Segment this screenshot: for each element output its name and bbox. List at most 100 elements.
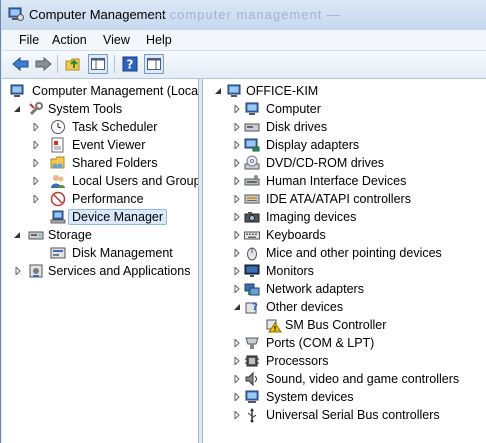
tree-label: Computer Management (Local — [32, 84, 199, 98]
tree-item-event-viewer[interactable]: Event Viewer — [8, 136, 198, 154]
processor-icon — [245, 355, 259, 367]
shared-folder-icon — [50, 156, 65, 169]
tree-label: Storage — [48, 228, 92, 242]
tree-label: Shared Folders — [72, 156, 158, 170]
device-category-sound-video-game[interactable]: Sound, video and game controllers — [211, 370, 486, 388]
collapsed-arrow-icon[interactable] — [233, 105, 241, 113]
forward-button[interactable] — [33, 54, 53, 74]
tree-item-storage[interactable]: Storage — [8, 226, 198, 244]
collapsed-arrow-icon[interactable] — [233, 159, 241, 167]
tree-label: Human Interface Devices — [266, 174, 407, 188]
device-category-dvd-cd-rom-drives[interactable]: DVD/CD-ROM drives — [211, 154, 486, 172]
device-category-ide-ata-atapi-controllers[interactable]: IDE ATA/ATAPI controllers — [211, 190, 486, 208]
computer-management-app-icon — [8, 7, 24, 21]
storage-icon — [28, 231, 44, 240]
tree-label: DVD/CD-ROM drives — [266, 156, 385, 170]
tree-item-performance[interactable]: Performance — [8, 190, 198, 208]
collapsed-arrow-icon[interactable] — [233, 141, 241, 149]
collapsed-arrow-icon[interactable] — [32, 123, 40, 131]
toolbar: ? — [2, 51, 486, 79]
tree-label: Imaging devices — [266, 210, 357, 224]
port-icon — [245, 337, 259, 349]
device-category-monitors[interactable]: Monitors — [211, 262, 486, 280]
tree-label: Sound, video and game controllers — [266, 372, 460, 386]
ide-controller-icon — [244, 194, 260, 204]
menu-file[interactable]: File — [19, 33, 39, 47]
computer-management-icon — [10, 84, 24, 97]
device-root-office-kim[interactable]: OFFICE-KIM — [211, 82, 486, 100]
collapsed-arrow-icon[interactable] — [233, 249, 241, 257]
device-category-human-interface-devices[interactable]: Human Interface Devices — [211, 172, 486, 190]
menu-action[interactable]: Action — [52, 33, 87, 47]
tree-item-computer-management[interactable]: Computer Management (Local — [8, 82, 198, 100]
tree-label: System Tools — [48, 102, 123, 116]
device-sm-bus-controller[interactable]: SM Bus Controller — [211, 316, 486, 334]
collapsed-arrow-icon[interactable] — [233, 339, 241, 347]
console-tree-pane: Computer Management (Local System Tools … — [2, 79, 199, 443]
collapsed-arrow-icon[interactable] — [32, 177, 40, 185]
device-category-imaging-devices[interactable]: Imaging devices — [211, 208, 486, 226]
device-category-display-adapters[interactable]: Display adapters — [211, 136, 486, 154]
hid-icon — [244, 175, 260, 186]
expanded-arrow-icon[interactable] — [13, 105, 21, 113]
tree-item-shared-folders[interactable]: Shared Folders — [8, 154, 198, 172]
tree-item-task-scheduler[interactable]: Task Scheduler — [8, 118, 198, 136]
title-bar[interactable]: Computer Management — computer managemen… — [1, 0, 486, 30]
show-hide-console-tree-button[interactable] — [88, 54, 108, 74]
collapsed-arrow-icon[interactable] — [32, 141, 40, 149]
help-button[interactable]: ? — [120, 54, 140, 74]
window-title-reflection: — computer management — — [151, 7, 341, 22]
tree-item-system-tools[interactable]: System Tools — [8, 100, 198, 118]
window-title: Computer Management — [29, 7, 166, 22]
collapsed-arrow-icon[interactable] — [233, 357, 241, 365]
expanded-arrow-icon[interactable] — [233, 303, 241, 311]
show-hide-action-pane-button[interactable] — [144, 54, 164, 74]
device-category-computer[interactable]: Computer — [211, 100, 486, 118]
device-category-processors[interactable]: Processors — [211, 352, 486, 370]
device-category-ports[interactable]: Ports (COM & LPT) — [211, 334, 486, 352]
tree-item-disk-management[interactable]: Disk Management — [8, 244, 198, 262]
tree-item-device-manager[interactable]: Device Manager — [8, 208, 198, 226]
up-folder-icon — [65, 58, 80, 71]
tree-label: Disk Management — [72, 246, 173, 260]
device-category-mice[interactable]: Mice and other pointing devices — [211, 244, 486, 262]
expanded-arrow-icon[interactable] — [214, 87, 222, 95]
tree-label: OFFICE-KIM — [246, 84, 319, 98]
collapsed-arrow-icon[interactable] — [233, 231, 241, 239]
tree-item-services-and-applications[interactable]: Services and Applications — [8, 262, 198, 280]
collapsed-arrow-icon[interactable] — [233, 123, 241, 131]
tree-label: Universal Serial Bus controllers — [266, 408, 440, 422]
menu-view[interactable]: View — [103, 33, 130, 47]
collapsed-arrow-icon[interactable] — [32, 159, 40, 167]
device-category-network-adapters[interactable]: Network adapters — [211, 280, 486, 298]
system-device-icon — [245, 390, 259, 403]
tree-label: Event Viewer — [72, 138, 146, 152]
device-category-keyboards[interactable]: Keyboards — [211, 226, 486, 244]
collapsed-arrow-icon[interactable] — [233, 195, 241, 203]
display-adapter-icon — [244, 138, 260, 152]
collapsed-arrow-icon[interactable] — [14, 267, 22, 275]
tree-label: Network adapters — [266, 282, 364, 296]
device-category-system-devices[interactable]: System devices — [211, 388, 486, 406]
collapsed-arrow-icon[interactable] — [233, 177, 241, 185]
tree-label: Computer — [266, 102, 321, 116]
device-category-disk-drives[interactable]: Disk drives — [211, 118, 486, 136]
device-category-usb-controllers[interactable]: Universal Serial Bus controllers — [211, 406, 486, 424]
menu-help[interactable]: Help — [146, 33, 172, 47]
svg-text:?: ? — [127, 58, 134, 72]
action-pane-icon — [147, 58, 161, 70]
collapsed-arrow-icon[interactable] — [233, 375, 241, 383]
collapsed-arrow-icon[interactable] — [32, 195, 40, 203]
back-arrow-icon — [12, 57, 29, 71]
collapsed-arrow-icon[interactable] — [233, 411, 241, 419]
collapsed-arrow-icon[interactable] — [233, 285, 241, 293]
tree-item-local-users-and-groups[interactable]: Local Users and Groups — [8, 172, 198, 190]
back-button[interactable] — [11, 54, 31, 74]
device-category-other-devices[interactable]: ? Other devices — [211, 298, 486, 316]
collapsed-arrow-icon[interactable] — [233, 213, 241, 221]
tree-label: Services and Applications — [48, 264, 191, 278]
up-one-level-button[interactable] — [64, 54, 84, 74]
collapsed-arrow-icon[interactable] — [233, 393, 241, 401]
collapsed-arrow-icon[interactable] — [233, 267, 241, 275]
expanded-arrow-icon[interactable] — [13, 231, 21, 239]
